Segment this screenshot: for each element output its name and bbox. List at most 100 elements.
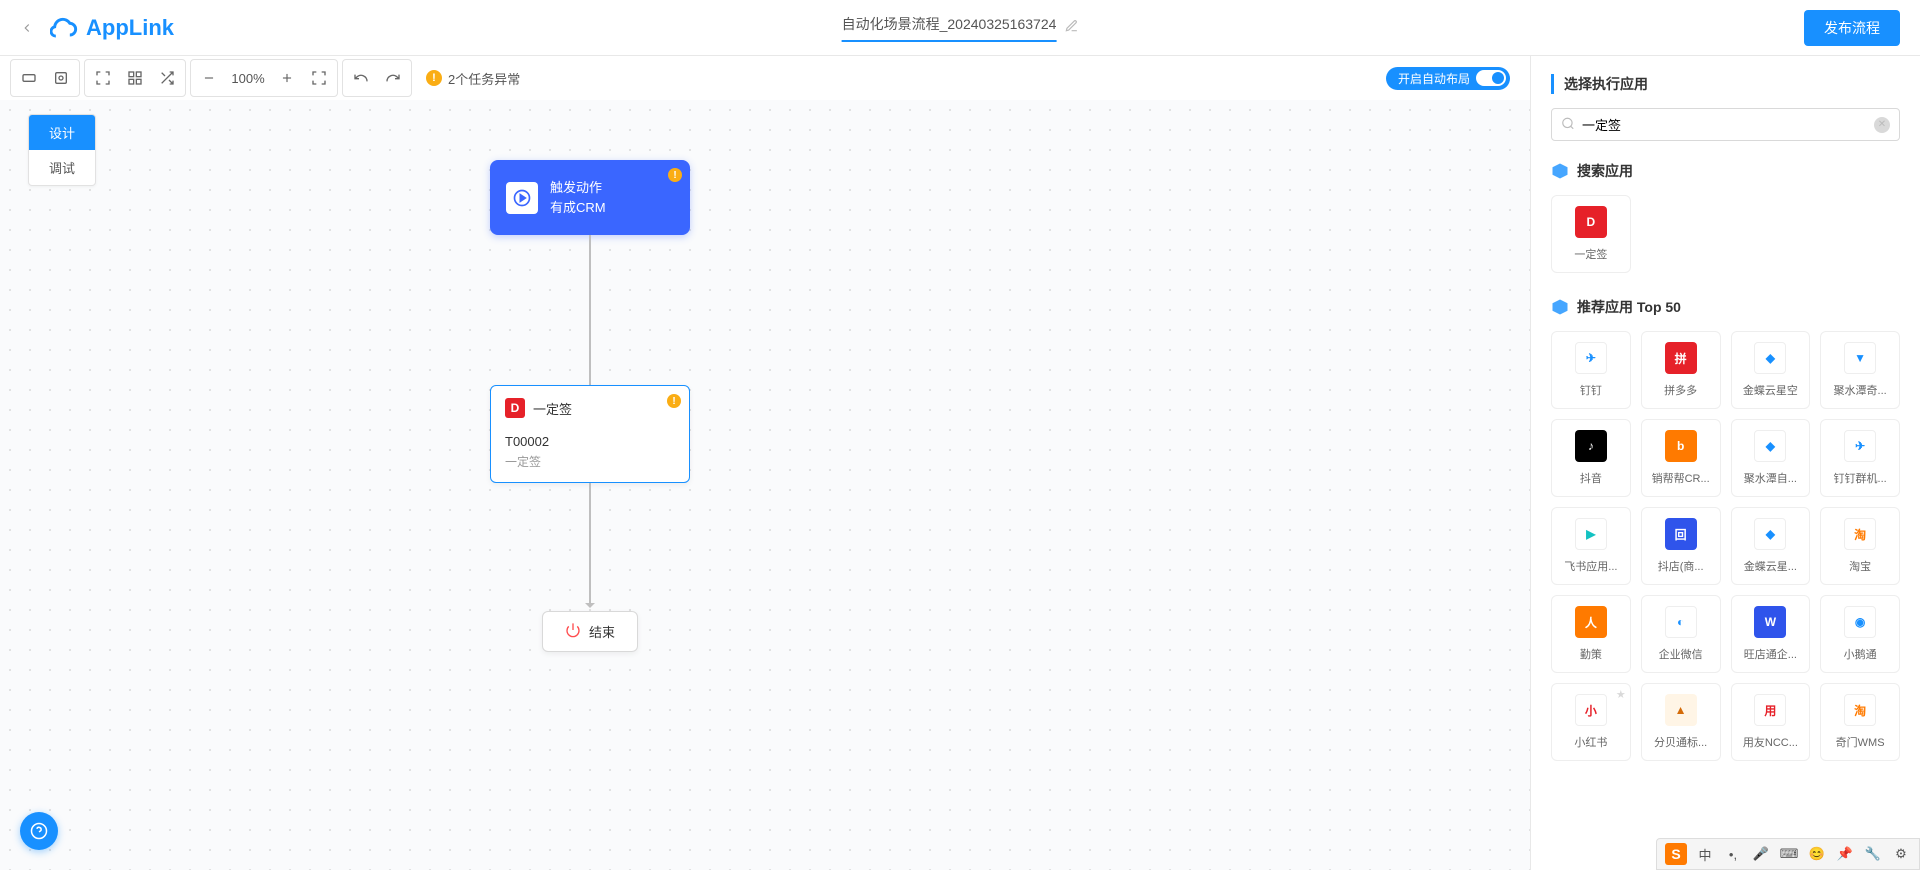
app-selector-panel: 选择执行应用 ✕ 搜索应用 D一定签 推荐应用 Top 50 xyxy=(1530,56,1920,870)
ime-logo-icon: S xyxy=(1665,843,1687,865)
app-icon: ♪ xyxy=(1575,430,1607,462)
ime-punct-icon[interactable]: •, xyxy=(1723,844,1743,864)
play-icon xyxy=(506,182,538,214)
zoom-level: 100% xyxy=(227,71,269,86)
app-card[interactable]: 用用友NCC... xyxy=(1731,683,1811,761)
section-top-label: 推荐应用 Top 50 xyxy=(1577,297,1681,317)
app-icon: ◆ xyxy=(1754,518,1786,550)
task-node[interactable]: ! D 一定签 T00002 一定签 xyxy=(490,385,690,483)
ime-tool-icon[interactable]: 🔧 xyxy=(1863,844,1883,864)
task-subtitle: 一定签 xyxy=(505,453,675,470)
section-header-top: 推荐应用 Top 50 xyxy=(1551,297,1900,317)
publish-button[interactable]: 发布流程 xyxy=(1804,10,1900,46)
app-icon: 用 xyxy=(1754,694,1786,726)
app-label: 淘宝 xyxy=(1827,558,1893,574)
app-card[interactable]: ◆金蝶云星空 xyxy=(1731,331,1811,409)
fullscreen-icon[interactable] xyxy=(89,64,117,92)
app-label: 抖音 xyxy=(1558,470,1624,486)
tab-design[interactable]: 设计 xyxy=(29,115,95,150)
app-card[interactable]: ▲分贝通标... xyxy=(1641,683,1721,761)
warning-badge-icon: ! xyxy=(667,394,681,408)
grid-icon[interactable] xyxy=(121,64,149,92)
app-icon: 回 xyxy=(1665,518,1697,550)
app-icon: ▼ xyxy=(1844,342,1876,374)
center-icon[interactable] xyxy=(47,64,75,92)
auto-layout-toggle[interactable]: 开启自动布局 xyxy=(1386,67,1510,90)
switch-icon xyxy=(1476,70,1506,86)
trigger-node[interactable]: ! 触发动作 有成CRM xyxy=(490,160,690,235)
trigger-app-label: 有成CRM xyxy=(550,198,606,218)
app-label: 勤策 xyxy=(1558,646,1624,662)
header: AppLink 自动化场景流程_20240325163724 发布流程 xyxy=(0,0,1920,56)
app-icon: ▶ xyxy=(1575,518,1607,550)
redo-icon[interactable] xyxy=(379,64,407,92)
app-icon: 小 xyxy=(1575,694,1607,726)
ime-settings-icon[interactable]: ⚙ xyxy=(1891,844,1911,864)
connector-line xyxy=(589,483,591,603)
end-label: 结束 xyxy=(589,622,615,641)
app-card[interactable]: 小小红书 ★ xyxy=(1551,683,1631,761)
app-card[interactable]: ✈ 钉钉 xyxy=(1551,331,1631,409)
warning-text: 2个任务异常 xyxy=(448,69,520,88)
app-card[interactable]: ◉小鹅通 xyxy=(1820,595,1900,673)
app-card[interactable]: 人勤策 xyxy=(1551,595,1631,673)
app-card[interactable]: 淘淘宝 xyxy=(1820,507,1900,585)
app-card[interactable]: ◆ 金蝶云星... xyxy=(1731,507,1811,585)
help-button[interactable] xyxy=(20,812,58,850)
app-label: 旺店通企... xyxy=(1738,646,1804,662)
app-card[interactable]: 回抖店(商... xyxy=(1641,507,1721,585)
app-card[interactable]: ♪ 抖音 xyxy=(1551,419,1631,497)
search-box: ✕ xyxy=(1551,108,1900,141)
ime-pin-icon[interactable]: 📌 xyxy=(1835,844,1855,864)
app-card[interactable]: D一定签 xyxy=(1551,195,1631,273)
fit-width-icon[interactable] xyxy=(15,64,43,92)
app-card[interactable]: ▼ 聚水潭奇... xyxy=(1820,331,1900,409)
ime-toolbar[interactable]: S 中 •, 🎤 ⌨ 😊 📌 🔧 ⚙ xyxy=(1656,838,1920,870)
end-node[interactable]: 结束 xyxy=(542,611,638,652)
app-card[interactable]: W 旺店通企... xyxy=(1731,595,1811,673)
app-icon: ✈ xyxy=(1575,342,1607,374)
app-card[interactable]: ✈钉钉群机... xyxy=(1820,419,1900,497)
cloud-icon xyxy=(50,14,78,42)
app-card[interactable]: ◐企业微信 xyxy=(1641,595,1721,673)
trigger-action-label: 触发动作 xyxy=(550,178,606,198)
ime-mic-icon[interactable]: 🎤 xyxy=(1751,844,1771,864)
flow-canvas[interactable]: 设计 调试 ! 触发动作 有成CRM xyxy=(0,100,1530,870)
cube-icon xyxy=(1551,298,1569,316)
ime-emoji-icon[interactable]: 😊 xyxy=(1807,844,1827,864)
flow-title: 自动化场景流程_20240325163724 xyxy=(842,14,1057,42)
app-icon: 人 xyxy=(1575,606,1607,638)
app-card[interactable]: ▶飞书应用... xyxy=(1551,507,1631,585)
app-card[interactable]: ◆聚水潭自... xyxy=(1731,419,1811,497)
ime-keyboard-icon[interactable]: ⌨ xyxy=(1779,844,1799,864)
app-icon: ◆ xyxy=(1754,342,1786,374)
app-label: 金蝶云星... xyxy=(1738,558,1804,574)
app-label: 小红书 xyxy=(1558,734,1624,750)
app-card[interactable]: 拼拼多多 xyxy=(1641,331,1721,409)
task-title: 一定签 xyxy=(533,399,572,418)
edit-title-icon[interactable] xyxy=(1064,19,1078,36)
search-input[interactable] xyxy=(1551,108,1900,141)
search-results-grid: D一定签 xyxy=(1551,195,1900,273)
shuffle-icon[interactable] xyxy=(153,64,181,92)
logo-text: AppLink xyxy=(86,15,174,41)
zoom-reset-icon[interactable] xyxy=(305,64,333,92)
app-label: 聚水潭奇... xyxy=(1827,382,1893,398)
cube-icon xyxy=(1551,162,1569,180)
app-card[interactable]: 淘奇门WMS xyxy=(1820,683,1900,761)
warning-banner[interactable]: ! 2个任务异常 xyxy=(416,65,530,92)
app-icon: W xyxy=(1754,606,1786,638)
app-label: 钉钉 xyxy=(1558,382,1624,398)
back-button[interactable] xyxy=(20,21,34,35)
tab-debug[interactable]: 调试 xyxy=(29,150,95,185)
ime-lang[interactable]: 中 xyxy=(1695,844,1715,864)
zoom-in-icon[interactable] xyxy=(273,64,301,92)
undo-icon[interactable] xyxy=(347,64,375,92)
app-label: 分贝通标... xyxy=(1648,734,1714,750)
search-icon xyxy=(1561,116,1575,133)
star-icon: ★ xyxy=(1616,688,1626,701)
app-label: 企业微信 xyxy=(1648,646,1714,662)
app-card[interactable]: b销帮帮CR... xyxy=(1641,419,1721,497)
zoom-out-icon[interactable] xyxy=(195,64,223,92)
clear-search-icon[interactable]: ✕ xyxy=(1874,117,1890,133)
